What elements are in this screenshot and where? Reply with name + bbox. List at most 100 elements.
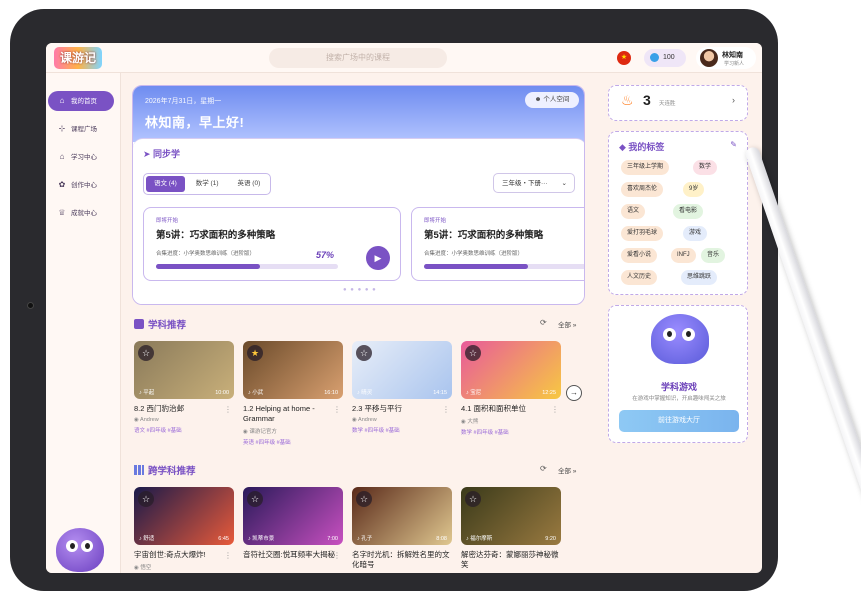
more-icon[interactable]: ⋮ <box>442 551 450 560</box>
lesson-card[interactable]: 即将开始 第5讲：巧求面积的多种策略 合集进度：小学奥数思维训练（进阶版） <box>411 207 584 281</box>
duration: 7:00 <box>327 536 338 542</box>
course-card[interactable]: ★ ♪ 小武 16:10 1.2 Helping at home - Grammar ⋮… <box>243 341 343 446</box>
course-thumbnail: ☆ ♪ 宝尼 12:25 <box>461 341 561 399</box>
next-arrow-button[interactable]: → <box>566 385 582 401</box>
course-title: 8.2 西门豹治邺 <box>134 404 185 413</box>
sync-title: ➤ 同步学 <box>143 147 576 160</box>
subject-tabs: 语文 (4) 数学 (1) 英语 (0) <box>143 173 272 195</box>
sidebar-item-label: 课程广场 <box>71 126 97 133</box>
search-input[interactable]: 搜索广场中的课程 <box>269 48 447 68</box>
tag-chip[interactable]: 语文 <box>621 204 646 219</box>
fire-icon: ♨ <box>621 92 634 108</box>
course-tags: 数学 #四年级 #基础 <box>461 430 509 436</box>
coin-balance[interactable]: 100 <box>644 49 686 67</box>
tag-chip[interactable]: 爱打羽毛球 <box>621 226 664 241</box>
sidebar-item-label: 学习中心 <box>71 154 97 161</box>
star-icon[interactable]: ★ <box>247 345 263 361</box>
course-thumbnail: ☆ ♪ 平起 10:00 <box>134 341 234 399</box>
more-icon[interactable]: ⋮ <box>333 551 341 560</box>
sidebar-item-1[interactable]: ⊹ 课程广场 <box>48 119 114 139</box>
course-card[interactable]: ☆ ♪ 宝尼 12:25 4.1 面积和面积单位 ⋮ ◉ 大熊 数学 #四年级 #基础 <box>461 341 561 436</box>
tag-chip[interactable]: 游戏 <box>683 226 708 241</box>
tab-subject-2[interactable]: 英语 (0) <box>230 176 269 192</box>
app-screen: 课游记 搜索广场中的课程 ★ 100 林知南 学习新人 ⌂ 我的首页 ⊹ 课程广场 ⌂ 学… <box>46 43 762 573</box>
course-card[interactable]: ☆ ♪ 凯蒂市景 7:00 音符社交圈:悦耳频率大揭秘 ⋮ <box>243 487 343 560</box>
more-icon[interactable]: ⋮ <box>224 551 232 560</box>
teacher-label: 平起 <box>143 390 155 396</box>
tag-chip[interactable]: 人文历史 <box>621 270 658 285</box>
sidebar-item-4[interactable]: ♕ 成就中心 <box>48 203 114 223</box>
course-title: 音符社交圈:悦耳频率大揭秘 <box>243 550 336 559</box>
star-icon[interactable]: ☆ <box>138 491 154 507</box>
my-space-button[interactable]: ☻ 个人空间 <box>525 92 579 108</box>
star-icon[interactable]: ☆ <box>356 345 372 361</box>
teacher-name: ♪ 小武 <box>248 388 263 396</box>
sidebar-item-2[interactable]: ⌂ 学习中心 <box>48 147 114 167</box>
course-author: ◉ 课游记官方 <box>243 427 343 435</box>
tag-chip[interactable]: 喜欢周杰伦 <box>621 182 664 197</box>
star-icon[interactable]: ☆ <box>465 345 481 361</box>
course-card[interactable]: ☆ ♪ 晴灵 14:15 2.3 平移与平行 ⋮ ◉ Andrew 数学 #四年级 #基础 <box>352 341 452 434</box>
course-card[interactable]: ☆ ♪ 平起 10:00 8.2 西门豹治邺 ⋮ ◉ Andrew 语文 #四年级 #基础 <box>134 341 234 434</box>
lesson-card[interactable]: 即将开始 第5讲：巧求面积的多种策略 合集进度：小学奥数思维训练（进阶版） 57% ▶ <box>143 207 401 281</box>
more-icon[interactable]: ⋮ <box>551 405 559 414</box>
mascot-eye <box>682 328 695 341</box>
app-logo[interactable]: 课游记 <box>54 47 102 69</box>
mascot-icon[interactable] <box>56 528 104 572</box>
cross-all-link[interactable]: 全部 » <box>558 465 576 475</box>
play-button[interactable]: ▶ <box>366 246 390 270</box>
author-label: Andrew <box>358 417 377 423</box>
grade-value: 三年级・下册··· <box>502 180 548 187</box>
teacher-name: ♪ 孔子 <box>357 534 372 542</box>
tag-chip[interactable]: 爱看小说 <box>621 248 658 263</box>
refresh-icon[interactable]: ⟳ <box>540 464 547 473</box>
edit-icon[interactable]: ✎ <box>730 140 737 149</box>
game-hall-button[interactable]: 前往游戏大厅 <box>619 410 739 432</box>
tab-subject-0[interactable]: 语文 (4) <box>146 176 185 192</box>
home-icon: ⌂ <box>59 96 65 105</box>
sidebar-item-3[interactable]: ✿ 创作中心 <box>48 175 114 195</box>
sync-study-panel: ➤ 同步学 语文 (4) 数学 (1) 英语 (0) 三年级・下册··· ⌄ 即将开始… <box>133 138 584 304</box>
course-card[interactable]: ☆ ♪ 舒适 6:45 宇宙创世:奇点大爆炸! ⋮ ◉ 悟空 <box>134 487 234 571</box>
duration: 14:15 <box>433 390 447 396</box>
user-name: 林知南 <box>722 52 743 59</box>
refresh-icon[interactable]: ⟳ <box>540 318 547 327</box>
tab-subject-1[interactable]: 数学 (1) <box>188 176 227 192</box>
duration: 9:20 <box>545 536 556 542</box>
more-icon[interactable]: ⋮ <box>333 405 341 414</box>
star-icon[interactable]: ☆ <box>465 491 481 507</box>
streak-card[interactable]: ♨ 3 天连胜 › <box>608 85 748 121</box>
tag-chip[interactable]: 三年级上学期 <box>621 160 670 175</box>
carousel-dots[interactable]: ● ● ● ● ● <box>343 287 377 293</box>
course-thumbnail: ☆ ♪ 晴灵 14:15 <box>352 341 452 399</box>
subject-all-link[interactable]: 全部 » <box>558 319 576 329</box>
tag-chip[interactable]: 看电影 <box>673 204 704 219</box>
course-card[interactable]: ☆ ♪ 孔子 8:08 名字时光机：拆解姓名里的文化暗号 ⋮ <box>352 487 452 570</box>
tag-chip[interactable]: 9岁 <box>683 182 705 197</box>
star-icon[interactable]: ☆ <box>356 491 372 507</box>
course-title: 1.2 Helping at home - Grammar <box>243 404 315 423</box>
course-title: 解密达芬奇：蒙娜丽莎神秘微笑 <box>461 550 559 569</box>
subject-all-label: 全部 <box>558 322 571 329</box>
sidebar-item-0[interactable]: ⌂ 我的首页 <box>48 91 114 111</box>
greeting-text: 林知南，早上好! <box>145 115 245 130</box>
tag-chip[interactable]: 数学 <box>693 160 718 175</box>
user-profile[interactable]: 林知南 学习新人 <box>696 47 756 69</box>
grade-select[interactable]: 三年级・下册··· ⌄ <box>493 173 575 193</box>
more-icon[interactable]: ⋮ <box>442 405 450 414</box>
graduation-cap-icon: ⌂ <box>59 152 65 161</box>
course-thumbnail: ☆ ♪ 孔子 8:08 <box>352 487 452 545</box>
game-mascot-icon <box>651 314 709 364</box>
course-card[interactable]: ☆ ♪ 福尔摩斯 9:20 解密达芬奇：蒙娜丽莎神秘微笑 ⋮ <box>461 487 561 570</box>
tag-chip[interactable]: INFJ <box>671 248 696 263</box>
more-icon[interactable]: ⋮ <box>224 405 232 414</box>
star-icon[interactable]: ☆ <box>247 491 263 507</box>
language-flag-icon[interactable]: ★ <box>617 51 631 65</box>
chevron-down-icon: ⌄ <box>561 180 567 187</box>
tag-chip[interactable]: 思维跳跃 <box>681 270 718 285</box>
star-icon[interactable]: ☆ <box>138 345 154 361</box>
tag-chip[interactable]: 音乐 <box>701 248 726 263</box>
lesson-title: 第5讲：巧求面积的多种策略 <box>424 230 544 241</box>
more-icon[interactable]: ⋮ <box>551 551 559 560</box>
lesson-title: 第5讲：巧求面积的多种策略 <box>156 230 276 241</box>
